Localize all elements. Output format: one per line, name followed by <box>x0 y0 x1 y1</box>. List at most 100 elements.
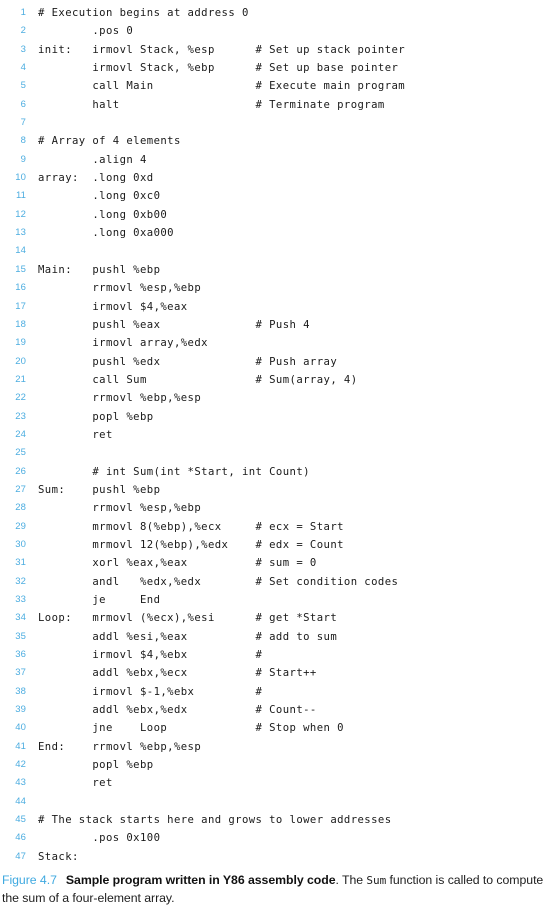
line-number: 35 <box>15 630 26 642</box>
code-text: .pos 0x100 <box>38 832 161 845</box>
line-number: 34 <box>15 612 26 624</box>
code-line: 16 rrmovl %esp,%ebp <box>0 279 556 297</box>
line-number: 28 <box>15 502 26 514</box>
code-text: addl %ebx,%ecx # Start++ <box>38 667 317 680</box>
line-number: 7 <box>20 117 26 129</box>
line-number: 43 <box>15 777 26 789</box>
line-number: 5 <box>20 80 26 92</box>
line-number: 41 <box>15 740 26 752</box>
code-line: 18 pushl %eax # Push 4 <box>0 316 556 334</box>
code-line: 34 Loop: mrmovl (%ecx),%esi # get *Start <box>0 609 556 627</box>
line-number: 12 <box>15 208 26 220</box>
code-text: .pos 0 <box>38 25 134 38</box>
code-line: 14 <box>0 242 556 260</box>
line-number: 39 <box>15 704 26 716</box>
line-number: 27 <box>15 483 26 495</box>
code-line: 3 init: irmovl Stack, %esp # Set up stack… <box>0 41 556 59</box>
code-text: # Execution begins at address 0 <box>38 7 249 19</box>
line-number: 11 <box>15 190 26 202</box>
line-number: 45 <box>15 814 26 826</box>
code-text: array: .long 0xd <box>38 172 154 185</box>
line-number: 24 <box>15 428 26 440</box>
code-text: je End <box>38 594 161 606</box>
line-number: 46 <box>15 832 26 844</box>
code-line: 11 .long 0xc0 <box>0 187 556 205</box>
code-text: irmovl $4,%ebx # <box>38 649 263 662</box>
line-number: 8 <box>20 135 26 147</box>
code-line: 46 .pos 0x100 <box>0 829 556 847</box>
code-line: 15 Main: pushl %ebp <box>0 261 556 279</box>
code-line: 27 Sum: pushl %ebp <box>0 481 556 499</box>
code-line: 36 irmovl $4,%ebx # <box>0 646 556 664</box>
code-text: pushl %eax # Push 4 <box>38 318 310 331</box>
line-number: 44 <box>15 795 26 807</box>
line-number: 15 <box>15 263 26 275</box>
figure-caption: Figure 4.7 Sample program written in Y86 … <box>2 872 554 907</box>
code-text: andl %edx,%edx # Set condition codes <box>38 575 399 588</box>
code-text: Stack: <box>38 850 79 863</box>
code-text: pushl %edx # Push array <box>38 355 338 368</box>
code-line: 38 irmovl $-1,%ebx # <box>0 683 556 701</box>
code-text: mrmovl 12(%ebp),%edx # edx = Count <box>38 538 344 551</box>
code-line: 10 array: .long 0xd <box>0 169 556 187</box>
code-line: 42 popl %ebp <box>0 756 556 774</box>
code-text: irmovl $-1,%ebx # <box>38 685 263 698</box>
code-line: 20 pushl %edx # Push array <box>0 353 556 371</box>
line-number: 20 <box>15 355 26 367</box>
code-line: 43 ret <box>0 774 556 792</box>
line-number: 9 <box>20 153 26 165</box>
code-text: popl %ebp <box>38 410 154 423</box>
code-text: init: irmovl Stack, %esp # Set up stack … <box>38 43 406 56</box>
line-number: 25 <box>15 447 26 459</box>
code-listing: 1 # Execution begins at address 0 2 .pos 0… <box>0 4 556 866</box>
line-number: 21 <box>15 373 26 385</box>
code-line: 35 addl %esi,%eax # add to sum <box>0 628 556 646</box>
line-number: 18 <box>15 318 26 330</box>
code-text: ret <box>38 428 113 441</box>
line-number: 47 <box>15 850 26 862</box>
code-text: Loop: mrmovl (%ecx),%esi # get *Start <box>38 612 338 625</box>
code-line: 24 ret <box>0 426 556 444</box>
code-line: 44 <box>0 793 556 811</box>
code-line: 39 addl %ebx,%edx # Count-- <box>0 701 556 719</box>
code-line: 41 End: rrmovl %ebp,%esp <box>0 738 556 756</box>
code-text: .long 0xa000 <box>38 227 174 240</box>
code-line: 31 xorl %eax,%eax # sum = 0 <box>0 554 556 572</box>
line-number: 2 <box>20 25 26 37</box>
code-text: irmovl array,%edx <box>38 337 208 350</box>
line-number: 36 <box>15 649 26 661</box>
line-number: 42 <box>15 759 26 771</box>
code-text: rrmovl %esp,%ebp <box>38 502 202 515</box>
caption-mono-term: Sum <box>366 874 387 887</box>
line-number: 13 <box>15 227 26 239</box>
code-text: addl %esi,%eax # add to sum <box>38 630 338 643</box>
code-line: 21 call Sum # Sum(array, 4) <box>0 371 556 389</box>
code-line: 1 # Execution begins at address 0 <box>0 4 556 22</box>
code-line: 17 irmovl $4,%eax <box>0 298 556 316</box>
code-text: .long 0xc0 <box>38 190 161 203</box>
code-text: xorl %eax,%eax # sum = 0 <box>38 557 317 570</box>
code-text: ret <box>38 777 113 790</box>
figure-label: Figure 4.7 <box>2 873 57 887</box>
line-number: 32 <box>15 575 26 587</box>
code-line: 26 # int Sum(int *Start, int Count) <box>0 463 556 481</box>
line-number: 14 <box>15 245 26 257</box>
code-line: 33 je End <box>0 591 556 609</box>
code-text: irmovl Stack, %ebp # Set up base pointer <box>38 62 399 75</box>
line-number: 30 <box>15 538 26 550</box>
line-number: 37 <box>15 667 26 679</box>
line-number: 17 <box>15 300 26 312</box>
code-line: 30 mrmovl 12(%ebp),%edx # edx = Count <box>0 536 556 554</box>
code-line: 19 irmovl array,%edx <box>0 334 556 352</box>
code-line: 28 rrmovl %esp,%ebp <box>0 499 556 517</box>
line-number: 10 <box>15 172 26 184</box>
code-text: Main: pushl %ebp <box>38 263 161 276</box>
line-number: 19 <box>15 337 26 349</box>
code-line: 37 addl %ebx,%ecx # Start++ <box>0 664 556 682</box>
code-text: popl %ebp <box>38 759 154 772</box>
code-line: 13 .long 0xa000 <box>0 224 556 242</box>
code-text: rrmovl %esp,%ebp <box>38 282 202 295</box>
code-line: 4 irmovl Stack, %ebp # Set up base point… <box>0 59 556 77</box>
line-number: 33 <box>15 594 26 605</box>
code-text: # Array of 4 elements <box>38 135 181 148</box>
